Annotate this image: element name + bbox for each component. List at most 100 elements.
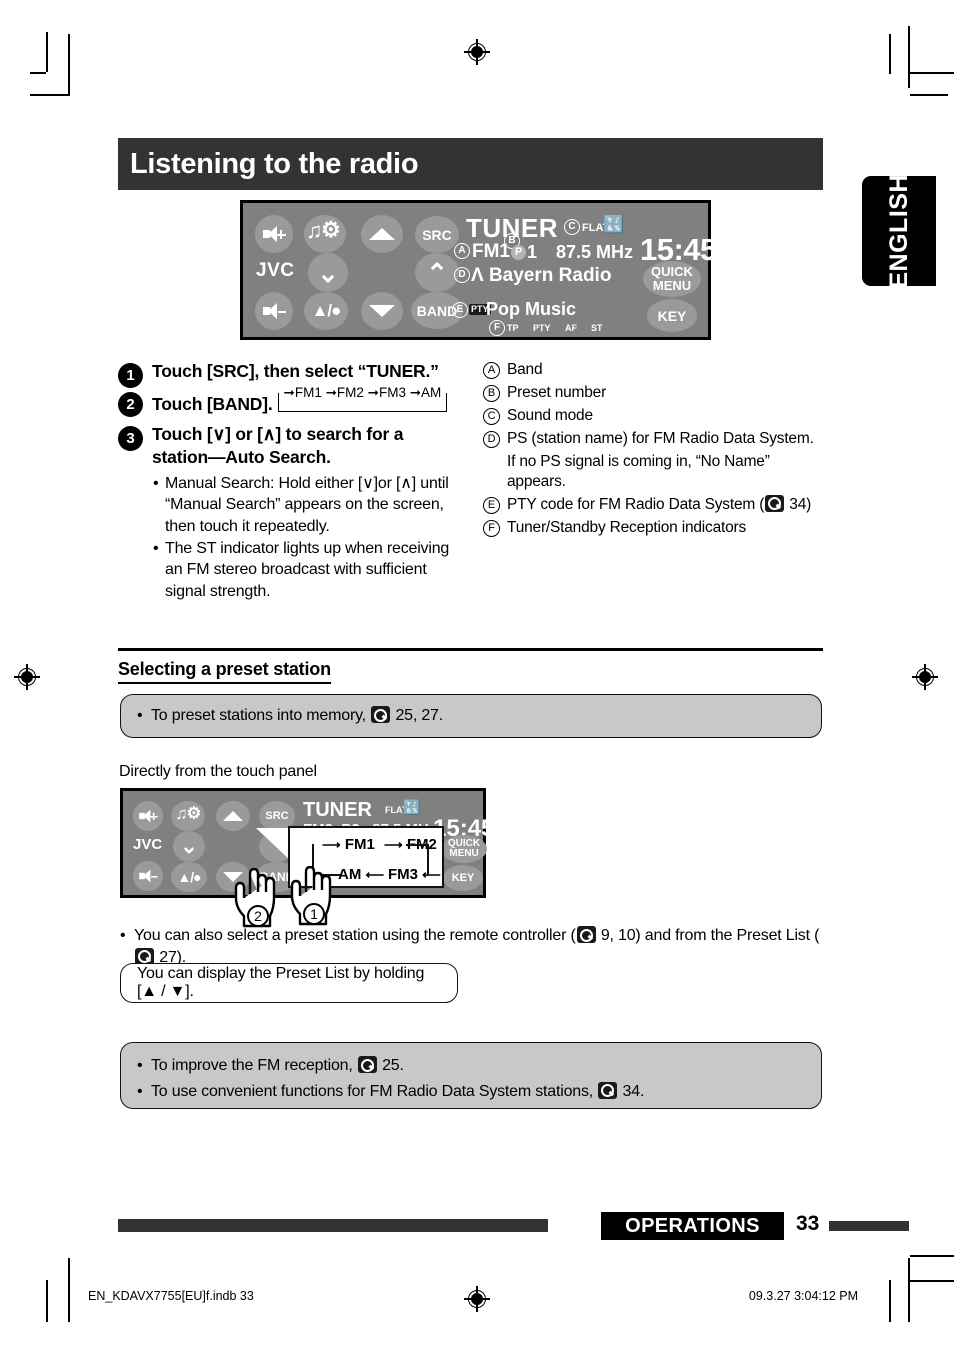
- legend-text-e-pre: PTY code for FM Radio Data System (: [507, 495, 765, 513]
- key-button-small[interactable]: KEY: [443, 865, 483, 891]
- magnifier-icon: [357, 1056, 377, 1073]
- step-3-bullets: • Manual Search: Hold either [∨]or [∧] u…: [153, 473, 466, 602]
- bottom-box-ref-2: 34.: [622, 1082, 645, 1100]
- band-flow-fm3: FM3: [378, 385, 406, 400]
- seek-up-button[interactable]: ⌃: [415, 253, 459, 292]
- crop-mark-br-h: [910, 1255, 954, 1257]
- legend-row-e: E PTY code for FM Radio Data System ( 34…: [483, 494, 823, 515]
- crop-mark-br-h2: [910, 1280, 954, 1282]
- subcaption-touch-panel: Directly from the touch panel: [119, 763, 317, 780]
- svg-text:1: 1: [310, 906, 318, 922]
- display-pty-code: Pop Music: [486, 299, 577, 319]
- magnifier-icon: [598, 1081, 618, 1099]
- step-2-text: Touch [BAND].: [152, 393, 273, 414]
- footer-page-number: 33: [796, 1212, 820, 1235]
- quick-menu-button[interactable]: QUICK MENU: [643, 261, 701, 297]
- triangle-up-icon: [369, 228, 395, 240]
- note-gear-icon: ♫ ⚙: [306, 217, 341, 243]
- eject-button-small[interactable]: ▲/●: [171, 862, 207, 892]
- preset-remote-text-pre: You can also select a preset station usi…: [134, 927, 576, 944]
- registration-mark-right: [912, 664, 938, 690]
- bullet-dot: •: [153, 539, 159, 557]
- legend-mark-d: D: [483, 430, 500, 448]
- tilt-up-button[interactable]: [361, 215, 403, 253]
- note-box-ref: 25, 27.: [395, 707, 443, 724]
- bullet-dot: •: [137, 707, 143, 724]
- magnifier-icon: [576, 926, 596, 943]
- scroll-down-button-small[interactable]: ⌄: [173, 831, 205, 862]
- band-cycle-diagram: ➞FM1 ➞FM2 ➞FM3 ➞AM: [277, 385, 448, 412]
- legend-text-a: Band: [507, 361, 543, 378]
- eject-button[interactable]: ▲/●: [304, 292, 348, 330]
- bottom-box-ref-1: 25.: [382, 1057, 404, 1074]
- band-flow-fm2: FM2: [336, 385, 364, 400]
- step-1-number: 1: [118, 363, 143, 388]
- legend-text-d-continued: If no PS signal is coming in, “No Name” …: [507, 452, 770, 491]
- bluetooth-icon-small: 🔣: [403, 799, 421, 815]
- step-3-bullet-1: • Manual Search: Hold either [∨]or [∧] u…: [153, 473, 466, 537]
- crop-mark-tl-h: [30, 72, 46, 74]
- step-2-number: 2: [118, 392, 143, 417]
- legend-text-f: Tuner/Standby Reception indicators: [507, 518, 747, 536]
- callout-tail: [256, 828, 292, 862]
- sound-setup-button[interactable]: ♫ ⚙: [304, 215, 346, 253]
- legend-text-d: PS (station name) for FM Radio Data Syst…: [507, 429, 814, 447]
- quick-menu-label-1: QUICK: [651, 264, 693, 280]
- popup-am: AM ⟵: [338, 866, 385, 883]
- brand-logo: JVC: [256, 260, 295, 281]
- display-preset-prefix: P: [511, 245, 526, 260]
- legend-text-c: Sound mode: [507, 406, 593, 424]
- key-button[interactable]: KEY: [647, 299, 697, 332]
- volume-up-button[interactable]: [255, 215, 293, 253]
- display-ps-name: Λ Bayern Radio: [471, 265, 612, 286]
- legend-row-f: F Tuner/Standby Reception indicators: [483, 518, 823, 538]
- preset-remote-bullet: • You can also select a preset station u…: [120, 925, 820, 968]
- band-flow-am: AM: [421, 385, 442, 400]
- crop-mark-bl-v: [46, 1280, 48, 1322]
- preset-remote-text-mid: ) and from the Preset List (: [635, 927, 820, 944]
- imprint-left: EN_KDAVX7755[EU]f.indb 33: [88, 1289, 254, 1303]
- preset-list-tip-text: You can display the Preset List by holdi…: [137, 965, 425, 1000]
- volume-down-button-small[interactable]: [133, 861, 163, 891]
- display-ps-name-text: Bayern Radio: [488, 265, 612, 286]
- display-indicator-st: ST: [591, 323, 603, 333]
- quick-menu-button-small[interactable]: QUICK MENU: [441, 835, 487, 863]
- step-3-text-line1: Touch [∨] or [∧] to search for a: [152, 424, 404, 444]
- callout-mark-e: E: [452, 302, 468, 318]
- footer-section-tag: OPERATIONS: [601, 1212, 784, 1240]
- bottom-box-line-1: • To improve the FM reception, 25.: [137, 1055, 805, 1077]
- bottom-box-text-1: To improve the FM reception,: [151, 1057, 353, 1074]
- step-3: 3 Touch [∨] or [∧] to search for a stati…: [118, 423, 466, 469]
- legend-mark-a: A: [483, 362, 500, 379]
- bullet-dot: •: [120, 927, 126, 944]
- section-heading: Selecting a preset station: [118, 659, 331, 684]
- crop-mark-br-v: [889, 1280, 891, 1322]
- src-button[interactable]: SRC: [415, 216, 459, 253]
- footer-rule-right: [829, 1221, 909, 1231]
- step-3-bullet-2-text: The ST indicator lights up when receivin…: [165, 539, 450, 600]
- crop-mark-tr-v: [889, 34, 891, 74]
- tilt-down-button[interactable]: [361, 292, 403, 330]
- crop-mark-tr-v2: [908, 26, 910, 88]
- note-gear-icon: ♫ ⚙: [175, 803, 202, 823]
- band-flow-fm1: FM1: [294, 385, 322, 400]
- display-indicator-pty: PTY: [533, 323, 551, 333]
- volume-down-button[interactable]: [255, 292, 293, 330]
- sound-setup-button-small[interactable]: ♫ ⚙: [171, 801, 205, 831]
- tilt-up-button-small[interactable]: [216, 801, 250, 831]
- device-panel-main: JVC ♫ ⚙ ⌄ ▲/● SRC ⌃ BAND TUNER C FLAT 🔣 A…: [240, 200, 717, 340]
- crop-mark-tl-v: [46, 32, 48, 72]
- step-1-text: Touch [SRC], then select “TUNER.”: [152, 361, 439, 381]
- imprint-right: 09.3.27 3:04:12 PM: [748, 1289, 858, 1303]
- scroll-down-button[interactable]: ⌄: [308, 253, 348, 292]
- src-button-label: SRC: [422, 226, 452, 243]
- eject-icon: ▲/●: [177, 869, 201, 885]
- popup-fm3: FM3 ⟵: [388, 866, 441, 883]
- chevron-up-icon: ⌃: [426, 257, 448, 288]
- svg-text:2: 2: [254, 908, 262, 924]
- legend-row-b: B Preset number: [483, 383, 823, 403]
- crop-mark-tl-v2: [68, 34, 70, 96]
- volume-up-button-small[interactable]: [133, 801, 163, 831]
- legend-row-d: D PS (station name) for FM Radio Data Sy…: [483, 429, 823, 449]
- display-indicator-af: AF: [565, 323, 577, 333]
